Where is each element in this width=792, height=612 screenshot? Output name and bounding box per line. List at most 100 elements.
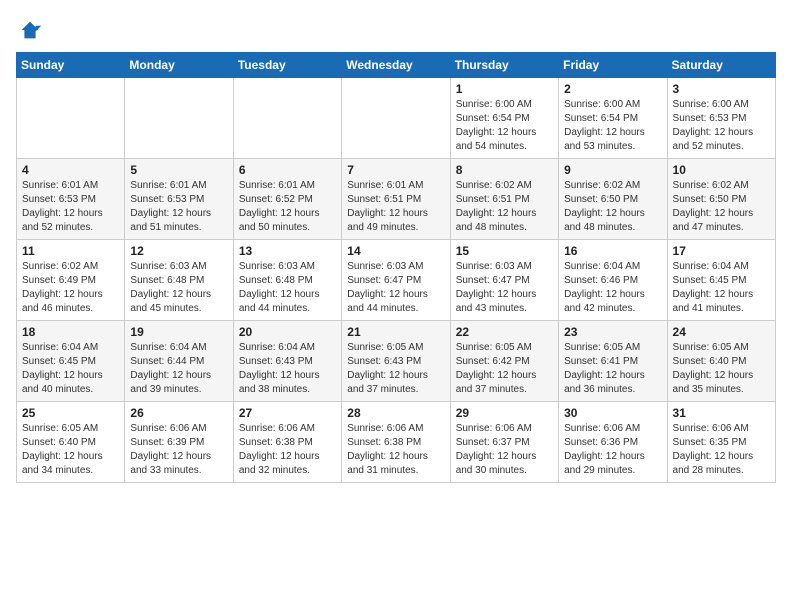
- day-info: Sunrise: 6:05 AM Sunset: 6:40 PM Dayligh…: [22, 422, 119, 478]
- day-info: Sunrise: 6:04 AM Sunset: 6:44 PM Dayligh…: [130, 341, 227, 397]
- day-info: Sunrise: 6:05 AM Sunset: 6:42 PM Dayligh…: [456, 341, 553, 397]
- day-info: Sunrise: 6:04 AM Sunset: 6:45 PM Dayligh…: [673, 260, 770, 316]
- calendar-week-4: 18 Sunrise: 6:04 AM Sunset: 6:45 PM Dayli…: [17, 321, 776, 402]
- day-info: Sunrise: 6:06 AM Sunset: 6:38 PM Dayligh…: [239, 422, 336, 478]
- calendar-cell: 7Sunrise: 6:01 AM Sunset: 6:51 PM Daylig…: [342, 159, 450, 240]
- day-number: 20: [239, 325, 336, 339]
- day-number: 18: [22, 325, 119, 339]
- day-number: 11: [22, 244, 119, 258]
- calendar-cell: 14 Sunrise: 6:03 AM Sunset: 6:47 PM Dayli…: [342, 240, 450, 321]
- calendar-cell: 25 Sunrise: 6:05 AM Sunset: 6:40 PM Dayli…: [17, 402, 125, 483]
- calendar-cell: 10 Sunrise: 6:02 AM Sunset: 6:50 PM Dayli…: [667, 159, 775, 240]
- day-number: 8: [456, 163, 553, 177]
- day-info: Sunrise: 6:06 AM Sunset: 6:37 PM Dayligh…: [456, 422, 553, 478]
- day-info: Sunrise: 6:06 AM Sunset: 6:35 PM Dayligh…: [673, 422, 770, 478]
- calendar-cell: 21 Sunrise: 6:05 AM Sunset: 6:43 PM Dayli…: [342, 321, 450, 402]
- day-number: 31: [673, 406, 770, 420]
- col-header-wednesday: Wednesday: [342, 53, 450, 78]
- day-number: 16: [564, 244, 661, 258]
- day-number: 9: [564, 163, 661, 177]
- day-info: Sunrise: 6:03 AM Sunset: 6:48 PM Dayligh…: [239, 260, 336, 316]
- calendar-cell: 12 Sunrise: 6:03 AM Sunset: 6:48 PM Dayli…: [125, 240, 233, 321]
- calendar-cell: 5 Sunrise: 6:01 AM Sunset: 6:53 PM Daylig…: [125, 159, 233, 240]
- day-info: Sunrise: 6:04 AM Sunset: 6:45 PM Dayligh…: [22, 341, 119, 397]
- calendar-cell: 11 Sunrise: 6:02 AM Sunset: 6:49 PM Dayli…: [17, 240, 125, 321]
- calendar-cell: 19 Sunrise: 6:04 AM Sunset: 6:44 PM Dayli…: [125, 321, 233, 402]
- day-info: Sunrise: 6:00 AM Sunset: 6:54 PM Dayligh…: [456, 98, 553, 154]
- logo-icon: [16, 16, 44, 44]
- col-header-friday: Friday: [559, 53, 667, 78]
- day-info: Sunrise: 6:03 AM Sunset: 6:47 PM Dayligh…: [456, 260, 553, 316]
- calendar-cell: 16 Sunrise: 6:04 AM Sunset: 6:46 PM Dayli…: [559, 240, 667, 321]
- col-header-monday: Monday: [125, 53, 233, 78]
- calendar-cell: 30Sunrise: 6:06 AM Sunset: 6:36 PM Dayli…: [559, 402, 667, 483]
- calendar-cell: [17, 78, 125, 159]
- day-number: 4: [22, 163, 119, 177]
- calendar-cell: 28 Sunrise: 6:06 AM Sunset: 6:38 PM Dayli…: [342, 402, 450, 483]
- day-number: 2: [564, 82, 661, 96]
- day-number: 10: [673, 163, 770, 177]
- calendar-cell: 13 Sunrise: 6:03 AM Sunset: 6:48 PM Dayli…: [233, 240, 341, 321]
- calendar-week-2: 4 Sunrise: 6:01 AM Sunset: 6:53 PM Daylig…: [17, 159, 776, 240]
- day-number: 24: [673, 325, 770, 339]
- day-number: 19: [130, 325, 227, 339]
- calendar-cell: [233, 78, 341, 159]
- day-number: 14: [347, 244, 444, 258]
- logo: [16, 16, 48, 44]
- day-info: Sunrise: 6:01 AM Sunset: 6:53 PM Dayligh…: [22, 179, 119, 235]
- day-number: 7: [347, 163, 444, 177]
- calendar-cell: 20 Sunrise: 6:04 AM Sunset: 6:43 PM Dayli…: [233, 321, 341, 402]
- day-number: 13: [239, 244, 336, 258]
- day-info: Sunrise: 6:05 AM Sunset: 6:41 PM Dayligh…: [564, 341, 661, 397]
- calendar-cell: 2 Sunrise: 6:00 AM Sunset: 6:54 PM Daylig…: [559, 78, 667, 159]
- calendar-cell: 24 Sunrise: 6:05 AM Sunset: 6:40 PM Dayli…: [667, 321, 775, 402]
- calendar-cell: [342, 78, 450, 159]
- calendar-cell: 29 Sunrise: 6:06 AM Sunset: 6:37 PM Dayli…: [450, 402, 558, 483]
- day-number: 25: [22, 406, 119, 420]
- day-info: Sunrise: 6:01 AM Sunset: 6:53 PM Dayligh…: [130, 179, 227, 235]
- calendar-week-1: 1 Sunrise: 6:00 AM Sunset: 6:54 PM Daylig…: [17, 78, 776, 159]
- day-info: Sunrise: 6:00 AM Sunset: 6:54 PM Dayligh…: [564, 98, 661, 154]
- day-number: 1: [456, 82, 553, 96]
- day-info: Sunrise: 6:02 AM Sunset: 6:50 PM Dayligh…: [564, 179, 661, 235]
- day-info: Sunrise: 6:05 AM Sunset: 6:43 PM Dayligh…: [347, 341, 444, 397]
- day-number: 5: [130, 163, 227, 177]
- day-number: 21: [347, 325, 444, 339]
- day-number: 26: [130, 406, 227, 420]
- calendar-cell: 9 Sunrise: 6:02 AM Sunset: 6:50 PM Daylig…: [559, 159, 667, 240]
- day-number: 27: [239, 406, 336, 420]
- calendar-cell: 18 Sunrise: 6:04 AM Sunset: 6:45 PM Dayli…: [17, 321, 125, 402]
- day-info: Sunrise: 6:06 AM Sunset: 6:36 PM Dayligh…: [564, 422, 661, 478]
- day-info: Sunrise: 6:01 AM Sunset: 6:52 PM Dayligh…: [239, 179, 336, 235]
- day-info: Sunrise: 6:04 AM Sunset: 6:46 PM Dayligh…: [564, 260, 661, 316]
- day-number: 29: [456, 406, 553, 420]
- day-number: 12: [130, 244, 227, 258]
- day-info: Sunrise: 6:06 AM Sunset: 6:39 PM Dayligh…: [130, 422, 227, 478]
- calendar-cell: 23 Sunrise: 6:05 AM Sunset: 6:41 PM Dayli…: [559, 321, 667, 402]
- calendar-cell: 31 Sunrise: 6:06 AM Sunset: 6:35 PM Dayli…: [667, 402, 775, 483]
- day-number: 23: [564, 325, 661, 339]
- col-header-sunday: Sunday: [17, 53, 125, 78]
- day-number: 28: [347, 406, 444, 420]
- day-info: Sunrise: 6:02 AM Sunset: 6:49 PM Dayligh…: [22, 260, 119, 316]
- calendar-cell: 8 Sunrise: 6:02 AM Sunset: 6:51 PM Daylig…: [450, 159, 558, 240]
- day-number: 17: [673, 244, 770, 258]
- day-info: Sunrise: 6:03 AM Sunset: 6:48 PM Dayligh…: [130, 260, 227, 316]
- calendar-cell: 26 Sunrise: 6:06 AM Sunset: 6:39 PM Dayli…: [125, 402, 233, 483]
- calendar-cell: 17 Sunrise: 6:04 AM Sunset: 6:45 PM Dayli…: [667, 240, 775, 321]
- day-info: Sunrise: 6:05 AM Sunset: 6:40 PM Dayligh…: [673, 341, 770, 397]
- col-header-tuesday: Tuesday: [233, 53, 341, 78]
- day-info: Sunrise: 6:02 AM Sunset: 6:51 PM Dayligh…: [456, 179, 553, 235]
- calendar-cell: 15Sunrise: 6:03 AM Sunset: 6:47 PM Dayli…: [450, 240, 558, 321]
- col-header-saturday: Saturday: [667, 53, 775, 78]
- day-info: Sunrise: 6:03 AM Sunset: 6:47 PM Dayligh…: [347, 260, 444, 316]
- day-info: Sunrise: 6:06 AM Sunset: 6:38 PM Dayligh…: [347, 422, 444, 478]
- day-info: Sunrise: 6:00 AM Sunset: 6:53 PM Dayligh…: [673, 98, 770, 154]
- calendar-cell: 1 Sunrise: 6:00 AM Sunset: 6:54 PM Daylig…: [450, 78, 558, 159]
- day-info: Sunrise: 6:02 AM Sunset: 6:50 PM Dayligh…: [673, 179, 770, 235]
- calendar-cell: 4 Sunrise: 6:01 AM Sunset: 6:53 PM Daylig…: [17, 159, 125, 240]
- calendar-cell: 3Sunrise: 6:00 AM Sunset: 6:53 PM Daylig…: [667, 78, 775, 159]
- day-info: Sunrise: 6:04 AM Sunset: 6:43 PM Dayligh…: [239, 341, 336, 397]
- calendar-cell: [125, 78, 233, 159]
- col-header-thursday: Thursday: [450, 53, 558, 78]
